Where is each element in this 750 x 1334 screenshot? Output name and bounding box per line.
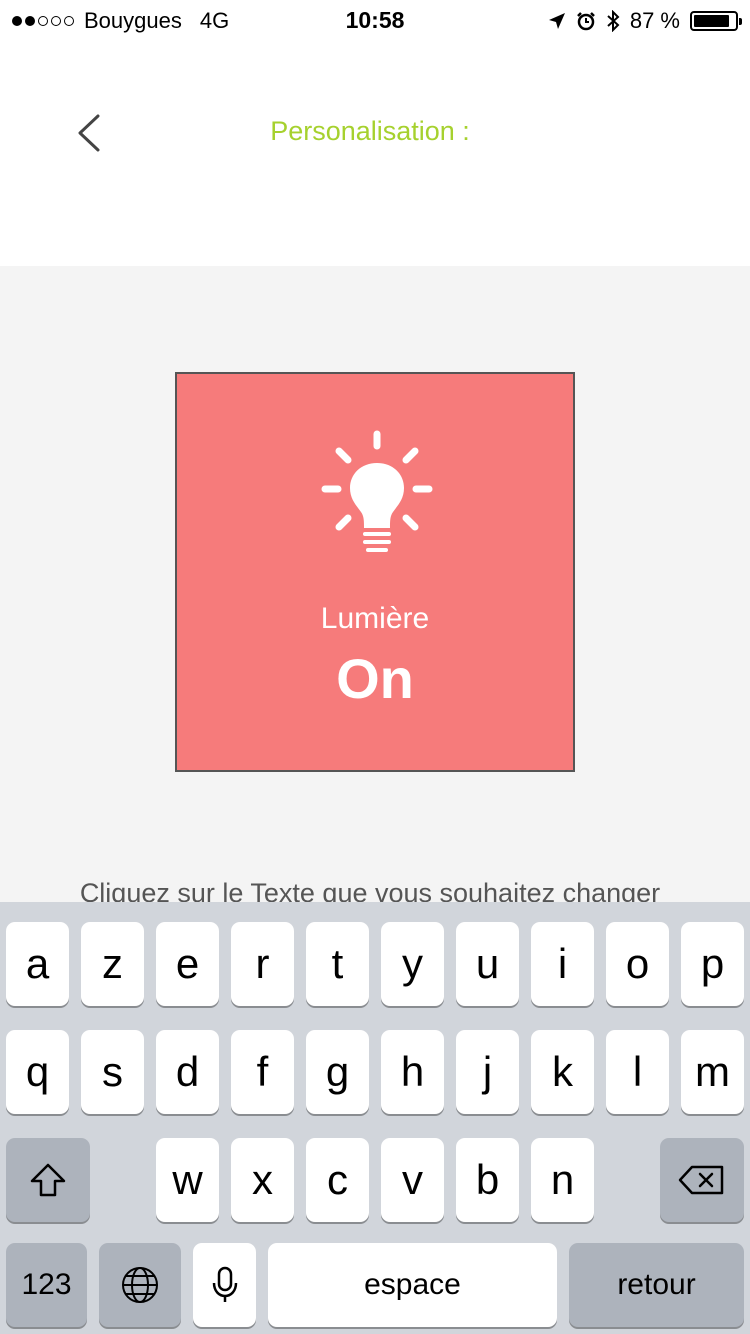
return-key[interactable]: retour [569,1243,744,1327]
key-n[interactable]: n [531,1138,594,1222]
key-h[interactable]: h [381,1030,444,1114]
backspace-icon [678,1165,724,1195]
status-bar: Bouygues 4G 10:58 87 % [0,0,750,40]
key-s[interactable]: s [81,1030,144,1114]
key-m[interactable]: m [681,1030,744,1114]
key-v[interactable]: v [381,1138,444,1222]
main-content: Lumière On Cliquez sur le Texte que vous… [0,266,750,906]
tile-label[interactable]: Lumière [177,602,573,636]
key-e[interactable]: e [156,922,219,1006]
key-d[interactable]: d [156,1030,219,1114]
backspace-key[interactable] [660,1138,744,1222]
key-k[interactable]: k [531,1030,594,1114]
microphone-icon [212,1266,237,1302]
battery-percent: 87 % [629,8,680,33]
key-g[interactable]: g [306,1030,369,1114]
light-tile[interactable]: Lumière On [175,372,575,772]
key-u[interactable]: u [456,922,519,1006]
key-q[interactable]: q [6,1030,69,1114]
key-o[interactable]: o [606,922,669,1006]
shift-key[interactable] [6,1138,90,1222]
return-key-label: retour [617,1268,696,1301]
key-x[interactable]: x [231,1138,294,1222]
location-arrow-icon [548,13,565,29]
navigation-bar: Personalisation : [0,40,750,266]
key-j[interactable]: j [456,1030,519,1114]
alarm-icon [576,12,595,31]
key-t[interactable]: t [306,922,369,1006]
keyboard: a z e r t y u i o p q s d f g h j k l m … [0,902,750,1334]
microphone-key[interactable] [193,1243,256,1327]
globe-icon [122,1267,158,1303]
key-l[interactable]: l [606,1030,669,1114]
key-a[interactable]: a [6,922,69,1006]
space-key[interactable]: espace [268,1243,557,1327]
key-f[interactable]: f [231,1030,294,1114]
battery-icon [690,11,742,31]
key-w[interactable]: w [156,1138,219,1222]
key-y[interactable]: y [381,922,444,1006]
bluetooth-icon [607,10,620,32]
status-right: 87 % [548,8,742,34]
key-z[interactable]: z [81,922,144,1006]
key-p[interactable]: p [681,922,744,1006]
lightbulb-icon [321,430,433,552]
page-title: Personalisation : [270,116,470,146]
shift-icon [30,1163,66,1197]
space-key-label: espace [364,1268,461,1301]
numbers-key-label: 123 [21,1268,72,1301]
numbers-key[interactable]: 123 [6,1243,87,1327]
key-b[interactable]: b [456,1138,519,1222]
key-r[interactable]: r [231,922,294,1006]
key-c[interactable]: c [306,1138,369,1222]
globe-key[interactable] [99,1243,181,1327]
key-i[interactable]: i [531,922,594,1006]
tile-state[interactable]: On [177,646,573,711]
